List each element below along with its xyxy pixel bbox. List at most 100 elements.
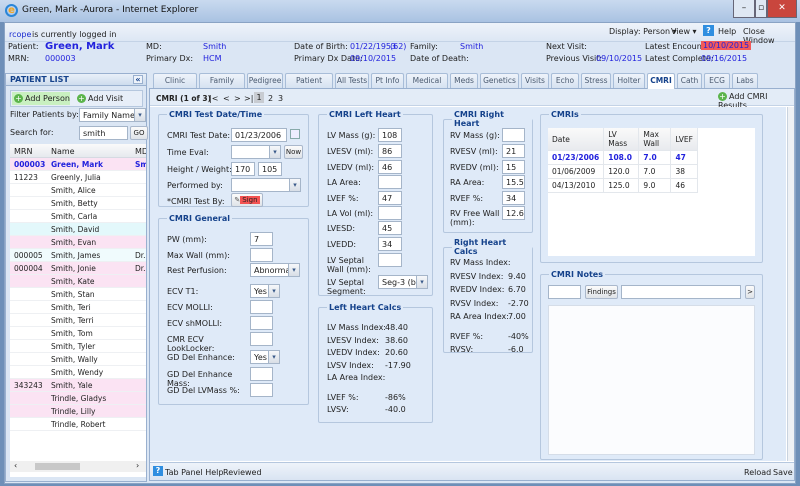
notes-textarea[interactable] xyxy=(548,305,755,455)
help-icon[interactable]: ? xyxy=(703,25,714,36)
last-page-button[interactable]: >| xyxy=(244,94,253,103)
tab-visits[interactable]: Visits xyxy=(521,73,549,88)
maximize-button[interactable]: ▫ xyxy=(755,0,767,18)
field-input[interactable]: 47 xyxy=(378,191,402,205)
patient-row[interactable]: Smith, Terri xyxy=(10,314,146,327)
tab-genetics[interactable]: Genetics xyxy=(480,73,519,88)
patient-row[interactable]: Smith, Kate xyxy=(10,275,146,288)
tab-patient-status[interactable]: Patient Status xyxy=(285,73,333,99)
patient-row[interactable]: Trindle, Robert xyxy=(10,418,146,431)
save-button[interactable]: Save xyxy=(773,468,793,477)
now-button[interactable]: Now xyxy=(284,145,303,159)
patient-row[interactable]: Smith, Wendy xyxy=(10,366,146,379)
column-header[interactable]: LVEF xyxy=(670,128,698,151)
field-input[interactable]: 45 xyxy=(378,221,402,235)
field-input[interactable]: 34 xyxy=(378,237,402,251)
column-header[interactable]: Date xyxy=(548,128,605,151)
sign-button[interactable]: ✎ Sign xyxy=(231,193,263,207)
col-mrn[interactable]: MRN xyxy=(14,147,32,156)
height-input[interactable]: 170 xyxy=(231,162,255,176)
field-select[interactable]: Yes ▾ xyxy=(250,350,280,364)
add-person-button[interactable]: + Add Person xyxy=(12,92,70,105)
cmri-row[interactable]: 04/13/2010 125.0 9.0 46 xyxy=(548,178,698,193)
tab-cath[interactable]: Cath xyxy=(677,73,702,88)
notes-code-input[interactable] xyxy=(548,285,581,299)
field-input[interactable] xyxy=(502,128,525,142)
field-input[interactable] xyxy=(250,300,273,314)
patient-row[interactable]: Smith, Tom xyxy=(10,327,146,340)
weight-input[interactable]: 105 xyxy=(258,162,282,176)
field-input[interactable] xyxy=(250,316,273,330)
field-select[interactable]: Seg-3 (bas ▾ xyxy=(378,275,428,289)
tab-clinic-status[interactable]: Clinic Status xyxy=(153,73,197,99)
tab-pedigree[interactable]: Pedigree xyxy=(247,73,283,88)
patient-row[interactable]: Smith, Teri xyxy=(10,301,146,314)
field-select[interactable]: Abnormal ▾ xyxy=(250,263,300,277)
field-input[interactable]: 15.5 xyxy=(502,175,525,189)
reload-button[interactable]: Reload xyxy=(744,468,771,477)
tab-panel-help-button[interactable]: Tab Panel Help xyxy=(165,468,223,477)
field-input[interactable]: 86 xyxy=(378,144,402,158)
patient-row[interactable]: 343243 Smith, Yale xyxy=(10,379,146,392)
patient-row[interactable]: 000004Smith, JonieDr. S xyxy=(10,262,146,286)
vertical-scrollbar[interactable] xyxy=(787,107,794,461)
tab-echo[interactable]: Echo xyxy=(551,73,579,88)
field-input[interactable]: 12.6 xyxy=(502,206,525,220)
patient-row[interactable]: Smith, Wally xyxy=(10,353,146,366)
search-input[interactable]: smith xyxy=(79,126,128,140)
patient-row[interactable]: Smith, Betty xyxy=(10,197,146,210)
patient-row[interactable]: Trindle, Gladys xyxy=(10,392,146,405)
field-input[interactable] xyxy=(378,175,402,189)
scroll-thumb[interactable] xyxy=(35,463,80,470)
time-eval-select[interactable]: ▾ xyxy=(231,145,281,159)
column-header[interactable]: LV Mass xyxy=(603,128,640,151)
field-input[interactable] xyxy=(250,367,273,381)
go-button[interactable]: GO xyxy=(130,126,148,140)
field-input[interactable] xyxy=(250,383,273,397)
page-3-button[interactable]: 3 xyxy=(278,94,283,103)
col-name[interactable]: Name xyxy=(51,147,75,156)
patient-row[interactable]: 000005Smith, JamesDr. J xyxy=(10,249,146,273)
field-input[interactable]: 7 xyxy=(250,232,273,246)
reviewed-button[interactable]: Reviewed xyxy=(223,468,262,477)
field-input[interactable]: 15 xyxy=(502,160,525,174)
tab-family-status[interactable]: Family Status xyxy=(199,73,245,99)
first-page-button[interactable]: |< xyxy=(209,94,218,103)
field-input[interactable] xyxy=(378,206,402,220)
tab-holter[interactable]: Holter xyxy=(613,73,645,88)
patient-row[interactable]: Smith, Evan xyxy=(10,236,146,249)
tab-medical-hx[interactable]: Medical Hx xyxy=(406,73,448,99)
column-header[interactable]: Max Wall xyxy=(638,128,672,151)
tab-cmri[interactable]: CMRI xyxy=(647,73,675,89)
tab-labs[interactable]: Labs xyxy=(732,73,758,88)
findings-button[interactable]: Findings xyxy=(585,285,618,299)
view-menu[interactable]: View ▾ xyxy=(671,27,697,36)
scroll-right-icon[interactable]: › xyxy=(136,461,139,470)
next-page-button[interactable]: > xyxy=(234,94,241,103)
field-input[interactable] xyxy=(250,248,273,262)
field-input[interactable]: 21 xyxy=(502,144,525,158)
patient-row[interactable]: Smith, Stan xyxy=(10,288,146,301)
patient-row[interactable]: Smith, David xyxy=(10,223,146,236)
page-2-button[interactable]: 2 xyxy=(268,94,273,103)
tab-stress[interactable]: Stress xyxy=(581,73,611,88)
prev-page-button[interactable]: < xyxy=(223,94,230,103)
help-icon[interactable]: ? xyxy=(153,466,163,476)
tab-meds[interactable]: Meds xyxy=(450,73,478,88)
calendar-icon[interactable] xyxy=(290,129,300,139)
patient-row[interactable]: Smith, Alice xyxy=(10,184,146,197)
field-input[interactable]: 34 xyxy=(502,191,525,205)
page-1-button[interactable]: 1 xyxy=(254,92,264,103)
display-menu[interactable]: Display: Person ▾ xyxy=(609,27,677,36)
cmri-row[interactable]: 01/06/2009 120.0 7.0 38 xyxy=(548,164,698,179)
close-window-icon[interactable]: ✕ xyxy=(767,0,797,18)
field-select[interactable]: Yes ▾ xyxy=(250,284,280,298)
field-input[interactable]: 108 xyxy=(378,128,402,142)
patient-row[interactable]: Smith, Carla xyxy=(10,210,146,223)
notes-add-button[interactable]: > xyxy=(745,285,755,299)
test-date-input[interactable]: 01/23/2006 xyxy=(231,128,287,142)
user-link[interactable]: rcope xyxy=(9,30,31,39)
horizontal-scrollbar[interactable]: ‹ › xyxy=(10,461,146,472)
performed-by-select[interactable]: ▾ xyxy=(231,178,301,192)
patient-row[interactable]: Trindle, Lilly xyxy=(10,405,146,418)
